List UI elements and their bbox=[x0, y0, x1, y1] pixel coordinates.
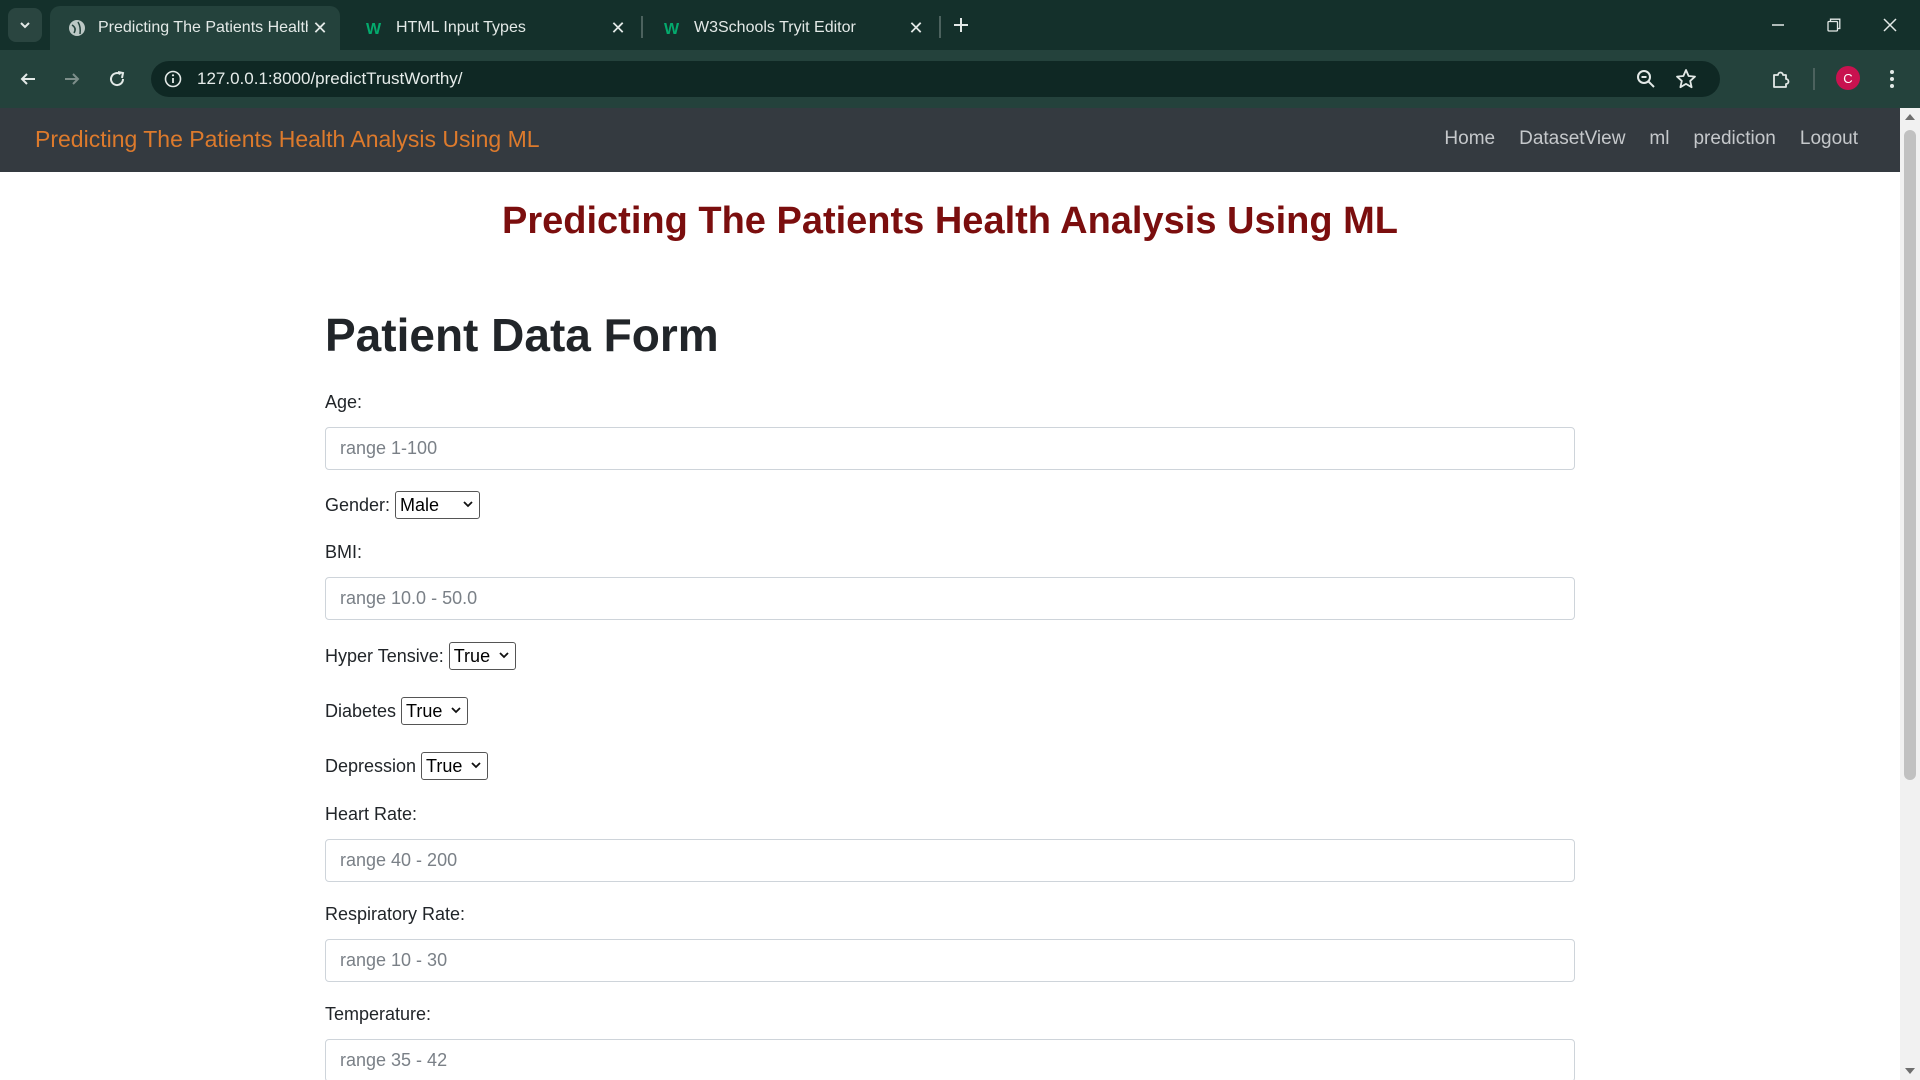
w3schools-icon: W bbox=[664, 19, 682, 37]
depression-label: Depression bbox=[325, 755, 417, 776]
close-window-button[interactable] bbox=[1862, 0, 1918, 50]
restore-button[interactable] bbox=[1806, 0, 1862, 50]
tab-title: HTML Input Types bbox=[396, 19, 526, 36]
temperature-input[interactable] bbox=[325, 1039, 1575, 1080]
tab-separator bbox=[939, 16, 941, 38]
back-button[interactable] bbox=[12, 63, 44, 95]
minimize-button[interactable] bbox=[1750, 0, 1806, 50]
browser-toolbar: 127.0.0.1:8000/predictTrustWorthy/ bbox=[0, 50, 1920, 108]
scroll-up-arrow-icon[interactable] bbox=[1905, 114, 1915, 120]
gender-select[interactable]: Male bbox=[395, 491, 481, 519]
extensions-button[interactable] bbox=[1765, 63, 1797, 95]
diabetes-row: Diabetes True bbox=[325, 696, 1575, 726]
tab-active[interactable]: Predicting The Patients Health A ✕ bbox=[50, 6, 340, 50]
depression-select[interactable]: True bbox=[421, 752, 489, 780]
nav-link-datasetview[interactable]: DatasetView bbox=[1519, 128, 1625, 150]
puzzle-piece-icon bbox=[1773, 71, 1790, 88]
nav-link-prediction[interactable]: prediction bbox=[1693, 128, 1775, 150]
minimize-icon bbox=[1772, 24, 1784, 26]
bmi-label: BMI: bbox=[325, 542, 363, 562]
age-input[interactable] bbox=[325, 427, 1575, 470]
hypertensive-label: Hyper Tensive: bbox=[325, 645, 444, 666]
heart-rate-label: Heart Rate: bbox=[325, 804, 418, 824]
diabetes-select-control[interactable]: True bbox=[401, 697, 469, 725]
close-tab-icon[interactable]: ✕ bbox=[308, 16, 332, 40]
scroll-down-arrow-icon[interactable] bbox=[1905, 1068, 1915, 1074]
scrollbar-thumb[interactable] bbox=[1904, 130, 1916, 780]
tab-html-input-types[interactable]: W HTML Input Types ✕ bbox=[348, 6, 638, 50]
browser-tab-strip: Predicting The Patients Health A ✕ W HTM… bbox=[0, 0, 1920, 50]
gender-label: Gender: bbox=[325, 494, 391, 515]
diabetes-select[interactable]: True bbox=[401, 697, 469, 725]
nav-link-logout[interactable]: Logout bbox=[1800, 128, 1858, 150]
close-icon bbox=[1883, 18, 1897, 32]
gender-row: Gender: Male bbox=[325, 490, 1575, 520]
age-label: Age: bbox=[325, 392, 363, 412]
respiratory-rate-label: Respiratory Rate: bbox=[325, 904, 466, 924]
w3schools-icon: W bbox=[366, 19, 384, 37]
temperature-label: Temperature: bbox=[325, 1004, 432, 1024]
close-tab-icon[interactable]: ✕ bbox=[904, 16, 928, 40]
url-text: 127.0.0.1:8000/predictTrustWorthy/ bbox=[197, 69, 463, 88]
profile-avatar[interactable]: C bbox=[1836, 66, 1860, 90]
page-scrollbar[interactable] bbox=[1900, 108, 1920, 1080]
form-title: Patient Data Form bbox=[325, 309, 719, 361]
hypertensive-select[interactable]: True bbox=[448, 642, 516, 670]
bookmark-star-icon[interactable] bbox=[1674, 67, 1698, 91]
respiratory-rate-input[interactable] bbox=[325, 939, 1575, 982]
globe-icon bbox=[68, 19, 86, 37]
restore-icon bbox=[1827, 18, 1841, 32]
chevron-down-icon bbox=[20, 22, 30, 29]
depression-select-control[interactable]: True bbox=[421, 752, 489, 780]
navbar-brand[interactable]: Predicting The Patients Health Analysis … bbox=[35, 126, 540, 153]
arrow-right-icon bbox=[65, 73, 80, 85]
svg-text:W: W bbox=[664, 21, 680, 37]
hypertensive-row: Hyper Tensive: True bbox=[325, 641, 1575, 671]
depression-row: Depression True bbox=[325, 751, 1575, 781]
address-bar[interactable]: 127.0.0.1:8000/predictTrustWorthy/ bbox=[151, 61, 1720, 97]
tab-title: W3Schools Tryit Editor bbox=[694, 19, 856, 36]
page-viewport: Predicting The Patients Health Analysis … bbox=[0, 108, 1900, 1080]
svg-text:W: W bbox=[366, 21, 382, 37]
close-tab-icon[interactable]: ✕ bbox=[606, 16, 630, 40]
app-navbar: Predicting The Patients Health Analysis … bbox=[0, 108, 1900, 172]
bmi-input[interactable] bbox=[325, 577, 1575, 620]
tab-title: Predicting The Patients Health A bbox=[98, 19, 308, 36]
page-heading: Predicting The Patients Health Analysis … bbox=[502, 200, 1398, 242]
tab-separator bbox=[641, 16, 643, 38]
chrome-menu-button[interactable] bbox=[1876, 63, 1908, 95]
gender-select-control[interactable]: Male bbox=[395, 491, 481, 519]
navbar-links: Home DatasetView ml prediction Logout bbox=[1444, 128, 1858, 150]
heart-rate-input[interactable] bbox=[325, 839, 1575, 882]
nav-link-home[interactable]: Home bbox=[1444, 128, 1495, 150]
reload-button[interactable] bbox=[101, 63, 133, 95]
arrow-left-icon bbox=[20, 73, 35, 85]
reload-icon bbox=[110, 71, 125, 87]
zoom-icon[interactable] bbox=[1634, 67, 1658, 91]
toolbar-separator bbox=[1813, 68, 1815, 90]
plus-icon bbox=[954, 18, 968, 32]
new-tab-button[interactable] bbox=[948, 12, 974, 38]
nav-link-ml[interactable]: ml bbox=[1649, 128, 1669, 150]
more-vert-icon bbox=[1890, 70, 1894, 88]
forward-button[interactable] bbox=[56, 63, 88, 95]
site-info-icon[interactable] bbox=[159, 65, 187, 93]
tab-search-button[interactable] bbox=[8, 8, 42, 42]
tab-tryit-editor[interactable]: W W3Schools Tryit Editor ✕ bbox=[646, 6, 936, 50]
patient-data-form: Patient Data Form Age: Gender: Male BMI:… bbox=[325, 308, 1575, 1080]
hypertensive-select-control[interactable]: True bbox=[448, 642, 516, 670]
diabetes-label: Diabetes bbox=[325, 700, 397, 721]
